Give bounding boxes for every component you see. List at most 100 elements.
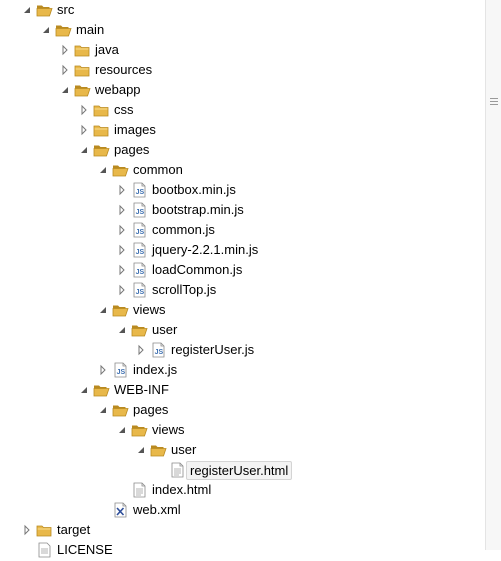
tree-item-java[interactable]: java (0, 40, 485, 60)
text-file-icon (36, 542, 53, 558)
tree-item-label: common.js (152, 222, 215, 237)
js-file-icon: JS (131, 262, 148, 278)
tree-item-label: java (95, 42, 119, 57)
tree-item-label: src (57, 2, 75, 17)
svg-text:JS: JS (136, 249, 145, 256)
tree-item-label: LICENSE (57, 542, 113, 557)
tree-item-label: scrollTop.js (152, 282, 217, 297)
tree-item-src[interactable]: src (0, 0, 485, 20)
collapsed-twisty-icon[interactable] (20, 522, 34, 538)
tree-item-common[interactable]: common (0, 160, 485, 180)
tree-item-user[interactable]: user (0, 440, 485, 460)
collapsed-twisty-icon[interactable] (96, 362, 110, 378)
folder-open-icon (112, 402, 129, 418)
tree-item-label: user (171, 442, 197, 457)
xml-file-icon (112, 502, 129, 518)
js-file-icon: JS (131, 202, 148, 218)
svg-text:JS: JS (136, 269, 145, 276)
tree-item-label: views (133, 302, 166, 317)
tree-item-label: index.js (133, 362, 178, 377)
tree-item-label: bootbox.min.js (152, 182, 236, 197)
expanded-twisty-icon[interactable] (77, 382, 91, 398)
tree-item-label: webapp (95, 82, 141, 97)
expanded-twisty-icon[interactable] (58, 82, 72, 98)
collapsed-twisty-icon[interactable] (115, 182, 129, 198)
folder-icon (74, 62, 91, 78)
collapsed-twisty-icon[interactable] (115, 202, 129, 218)
tree-item-label: jquery-2.2.1.min.js (152, 242, 259, 257)
collapsed-twisty-icon[interactable] (115, 242, 129, 258)
js-file-icon: JS (131, 182, 148, 198)
tree-item-webapp[interactable]: webapp (0, 80, 485, 100)
project-explorer-tree: src main java resources webapp css images pages… (0, 0, 485, 558)
tree-item-web-xml[interactable]: web.xml (0, 500, 485, 520)
tree-item-pages[interactable]: pages (0, 140, 485, 160)
tree-item-views[interactable]: views (0, 420, 485, 440)
tree-item-label: resources (95, 62, 153, 77)
js-file-icon: JS (131, 222, 148, 238)
js-file-icon: JS (112, 362, 129, 378)
expanded-twisty-icon[interactable] (134, 442, 148, 458)
collapsed-twisty-icon[interactable] (58, 62, 72, 78)
tree-item-web-inf[interactable]: WEB-INF (0, 380, 485, 400)
html-file-icon (131, 482, 148, 498)
tree-item-css[interactable]: css (0, 100, 485, 120)
tree-item-scrolltop-js[interactable]: JS scrollTop.js (0, 280, 485, 300)
vertical-scrollbar[interactable] (485, 0, 501, 550)
svg-text:JS: JS (155, 349, 164, 356)
folder-icon (93, 122, 110, 138)
expanded-twisty-icon[interactable] (96, 162, 110, 178)
tree-item-index-html[interactable]: index.html (0, 480, 485, 500)
tree-item-label: target (57, 522, 91, 537)
folder-icon (93, 102, 110, 118)
tree-item-bootstrap-min-js[interactable]: JS bootstrap.min.js (0, 200, 485, 220)
folder-open-icon (55, 22, 72, 38)
tree-item-loadcommon-js[interactable]: JS loadCommon.js (0, 260, 485, 280)
folder-icon (74, 42, 91, 58)
collapsed-twisty-icon[interactable] (58, 42, 72, 58)
folder-open-icon (131, 322, 148, 338)
tree-item-resources[interactable]: resources (0, 60, 485, 80)
tree-item-bootbox-min-js[interactable]: JS bootbox.min.js (0, 180, 485, 200)
tree-item-label: registerUser.html (186, 461, 293, 480)
folder-open-icon (131, 422, 148, 438)
tree-item-label: css (114, 102, 134, 117)
tree-item-index-js[interactable]: JS index.js (0, 360, 485, 380)
collapsed-twisty-icon[interactable] (77, 102, 91, 118)
scrollbar-grip-icon[interactable] (490, 98, 498, 108)
tree-item-main[interactable]: main (0, 20, 485, 40)
expanded-twisty-icon[interactable] (39, 22, 53, 38)
expanded-twisty-icon[interactable] (115, 322, 129, 338)
folder-open-icon (93, 142, 110, 158)
tree-item-registeruser-html[interactable]: registerUser.html (0, 460, 485, 480)
tree-item-label: bootstrap.min.js (152, 202, 244, 217)
tree-item-images[interactable]: images (0, 120, 485, 140)
svg-text:JS: JS (136, 229, 145, 236)
tree-item-label: pages (114, 142, 150, 157)
svg-text:JS: JS (136, 209, 145, 216)
expanded-twisty-icon[interactable] (77, 142, 91, 158)
collapsed-twisty-icon[interactable] (115, 282, 129, 298)
tree-item-license[interactable]: LICENSE (0, 540, 485, 560)
collapsed-twisty-icon[interactable] (134, 342, 148, 358)
collapsed-twisty-icon[interactable] (115, 222, 129, 238)
expanded-twisty-icon[interactable] (115, 422, 129, 438)
tree-item-label: pages (133, 402, 169, 417)
expanded-twisty-icon[interactable] (96, 402, 110, 418)
folder-icon (36, 522, 53, 538)
expanded-twisty-icon[interactable] (96, 302, 110, 318)
tree-item-user[interactable]: user (0, 320, 485, 340)
collapsed-twisty-icon[interactable] (115, 262, 129, 278)
tree-item-jquery-2-2-1-min-js[interactable]: JS jquery-2.2.1.min.js (0, 240, 485, 260)
tree-item-registeruser-js[interactable]: JS registerUser.js (0, 340, 485, 360)
tree-item-target[interactable]: target (0, 520, 485, 540)
tree-item-views[interactable]: views (0, 300, 485, 320)
tree-item-pages[interactable]: pages (0, 400, 485, 420)
svg-text:JS: JS (117, 369, 126, 376)
folder-open-icon (112, 162, 129, 178)
collapsed-twisty-icon[interactable] (77, 122, 91, 138)
tree-item-label: WEB-INF (114, 382, 169, 397)
html-file-icon (169, 462, 186, 478)
expanded-twisty-icon[interactable] (20, 2, 34, 18)
tree-item-common-js[interactable]: JS common.js (0, 220, 485, 240)
